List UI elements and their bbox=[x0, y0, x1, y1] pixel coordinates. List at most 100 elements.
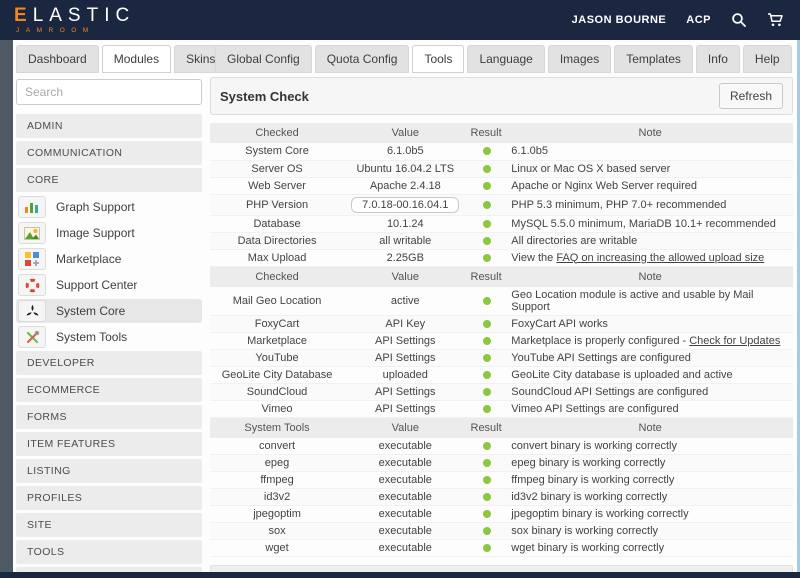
tab-tools[interactable]: Tools bbox=[412, 45, 464, 73]
result-cell bbox=[467, 472, 508, 489]
status-ok-dot bbox=[483, 405, 491, 413]
tab-info[interactable]: Info bbox=[696, 45, 740, 73]
sidebar-section-admin[interactable]: ADMIN bbox=[16, 114, 202, 138]
note-cell: Linux or Mac OS X based server bbox=[507, 160, 793, 177]
table-row: soxexecutablesox binary is working corre… bbox=[210, 523, 793, 540]
logo-e-glyph: E bbox=[14, 5, 33, 26]
sidebar-section-site[interactable]: SITE bbox=[16, 513, 202, 537]
status-ok-dot bbox=[483, 388, 491, 396]
result-cell bbox=[467, 489, 508, 506]
tab-global-config[interactable]: Global Config bbox=[215, 45, 312, 73]
cart-icon[interactable] bbox=[767, 12, 784, 28]
php-version-input[interactable]: 7.0.18-00.16.04.1 bbox=[351, 197, 459, 213]
note-cell: YouTube API Settings are configured bbox=[507, 349, 793, 366]
jamroom-logo[interactable]: ELASTIC JAMROOM bbox=[14, 6, 135, 35]
note-cell: Vimeo API Settings are configured bbox=[507, 400, 793, 417]
sidebar-item-image-support[interactable]: Image Support bbox=[16, 221, 202, 245]
sidebar-section-tools[interactable]: TOOLS bbox=[16, 540, 202, 564]
status-ok-dot bbox=[483, 220, 491, 228]
column-header-result: Result bbox=[467, 267, 508, 287]
table-row: epegexecutableepeg binary is working cor… bbox=[210, 455, 793, 472]
status-ok-dot bbox=[483, 337, 491, 345]
note-link-check-for-updates[interactable]: Check for Updates bbox=[689, 335, 780, 347]
refresh-button[interactable]: Refresh bbox=[719, 83, 783, 109]
status-ok-dot bbox=[483, 201, 491, 209]
sidebar-section-users[interactable]: USERS bbox=[16, 567, 202, 572]
note-cell: id3v2 binary is working correctly bbox=[507, 489, 793, 506]
result-cell bbox=[467, 366, 508, 383]
sidebar-section-communication[interactable]: COMMUNICATION bbox=[16, 141, 202, 165]
window-bottom-bar bbox=[0, 572, 800, 578]
tab-group-right: Global ConfigQuota ConfigToolsLanguageIm… bbox=[215, 45, 792, 73]
logo-subtext: JAMROOM bbox=[14, 28, 135, 35]
panel-header: System Check Refresh bbox=[210, 77, 793, 115]
tab-help[interactable]: Help bbox=[743, 45, 792, 73]
sidebar-section-profiles[interactable]: PROFILES bbox=[16, 486, 202, 510]
value-cell: all writable bbox=[344, 232, 466, 249]
table-row: MarketplaceAPI SettingsMarketplace is pr… bbox=[210, 332, 793, 349]
tab-quota-config[interactable]: Quota Config bbox=[315, 45, 410, 73]
sidebar-item-marketplace[interactable]: Marketplace bbox=[16, 247, 202, 271]
sidebar-item-support-center[interactable]: Support Center bbox=[16, 273, 202, 297]
user-menu[interactable]: JASON BOURNE bbox=[572, 14, 667, 26]
note-link-faq-on-increasing-the-allowed-upload-size[interactable]: FAQ on increasing the allowed upload siz… bbox=[556, 252, 764, 264]
status-ok-dot bbox=[483, 493, 491, 501]
note-cell: convert binary is working correctly bbox=[507, 438, 793, 455]
value-cell: active bbox=[344, 287, 466, 316]
checked-cell: sox bbox=[210, 523, 344, 540]
status-ok-dot bbox=[483, 510, 491, 518]
tab-language[interactable]: Language bbox=[467, 45, 544, 73]
check-tables: CheckedValueResultNoteSystem Core6.1.0b5… bbox=[210, 123, 793, 557]
content: ADMIN COMMUNICATION CORE Graph SupportImag… bbox=[16, 77, 793, 572]
tab-images[interactable]: Images bbox=[548, 45, 611, 73]
checked-cell: Data Directories bbox=[210, 232, 344, 249]
result-cell bbox=[467, 249, 508, 266]
sidebar-section-forms[interactable]: FORMS bbox=[16, 405, 202, 429]
sidebar-section-developer[interactable]: DEVELOPER bbox=[16, 351, 202, 375]
table-row: ffmpegexecutableffmpeg binary is working… bbox=[210, 472, 793, 489]
sidebar-section-listing[interactable]: LISTING bbox=[16, 459, 202, 483]
column-header-value: Value bbox=[344, 267, 466, 287]
checked-cell: GeoLite City Database bbox=[210, 366, 344, 383]
result-cell bbox=[467, 215, 508, 232]
column-header-note: Note bbox=[507, 267, 793, 287]
table-row: Data Directoriesall writableAll director… bbox=[210, 232, 793, 249]
main-panel: System Check Refresh CheckedValueResultN… bbox=[210, 77, 793, 572]
checked-cell: Max Upload bbox=[210, 249, 344, 266]
sidebar-item-graph-support[interactable]: Graph Support bbox=[16, 195, 202, 219]
value-cell: executable bbox=[344, 455, 466, 472]
note-cell: 6.1.0b5 bbox=[507, 143, 793, 160]
result-cell bbox=[467, 438, 508, 455]
tab-dashboard[interactable]: Dashboard bbox=[16, 45, 99, 73]
table-row: SoundCloudAPI SettingsSoundCloud API Set… bbox=[210, 383, 793, 400]
value-cell: 10.1.24 bbox=[344, 215, 466, 232]
grid-plus-icon bbox=[18, 248, 46, 270]
table-row: Max Upload2.25GBView the FAQ on increasi… bbox=[210, 249, 793, 266]
sidebar-section-item-features[interactable]: ITEM FEATURES bbox=[16, 432, 202, 456]
sidebar-section-core[interactable]: CORE bbox=[16, 168, 202, 192]
tab-templates[interactable]: Templates bbox=[614, 45, 693, 73]
status-ok-dot bbox=[483, 182, 491, 190]
crossed-tools-icon bbox=[18, 326, 46, 348]
acp-link[interactable]: ACP bbox=[686, 14, 711, 26]
page-title: System Check bbox=[220, 89, 309, 104]
sidebar-item-system-tools[interactable]: System Tools bbox=[16, 325, 202, 349]
checked-cell: jpegoptim bbox=[210, 506, 344, 523]
result-cell bbox=[467, 455, 508, 472]
header-row: CheckedValueResultNote bbox=[210, 267, 793, 287]
value-cell: API Key bbox=[344, 315, 466, 332]
tab-modules[interactable]: Modules bbox=[102, 45, 171, 73]
sidebar-section-ecommerce[interactable]: ECOMMERCE bbox=[16, 378, 202, 402]
result-cell bbox=[467, 349, 508, 366]
check-table-1: CheckedValueResultNoteMail Geo Locationa… bbox=[210, 267, 793, 418]
bar-chart-icon bbox=[18, 196, 46, 218]
value-cell: 7.0.18-00.16.04.1 bbox=[344, 194, 466, 215]
table-row: Server OSUbuntu 16.04.2 LTSLinux or Mac … bbox=[210, 160, 793, 177]
search-input[interactable] bbox=[16, 79, 202, 105]
value-cell: executable bbox=[344, 438, 466, 455]
checked-cell: YouTube bbox=[210, 349, 344, 366]
search-icon[interactable] bbox=[731, 12, 747, 28]
status-ok-dot bbox=[483, 527, 491, 535]
result-cell bbox=[467, 143, 508, 160]
sidebar-item-system-core[interactable]: System Core bbox=[16, 299, 202, 323]
